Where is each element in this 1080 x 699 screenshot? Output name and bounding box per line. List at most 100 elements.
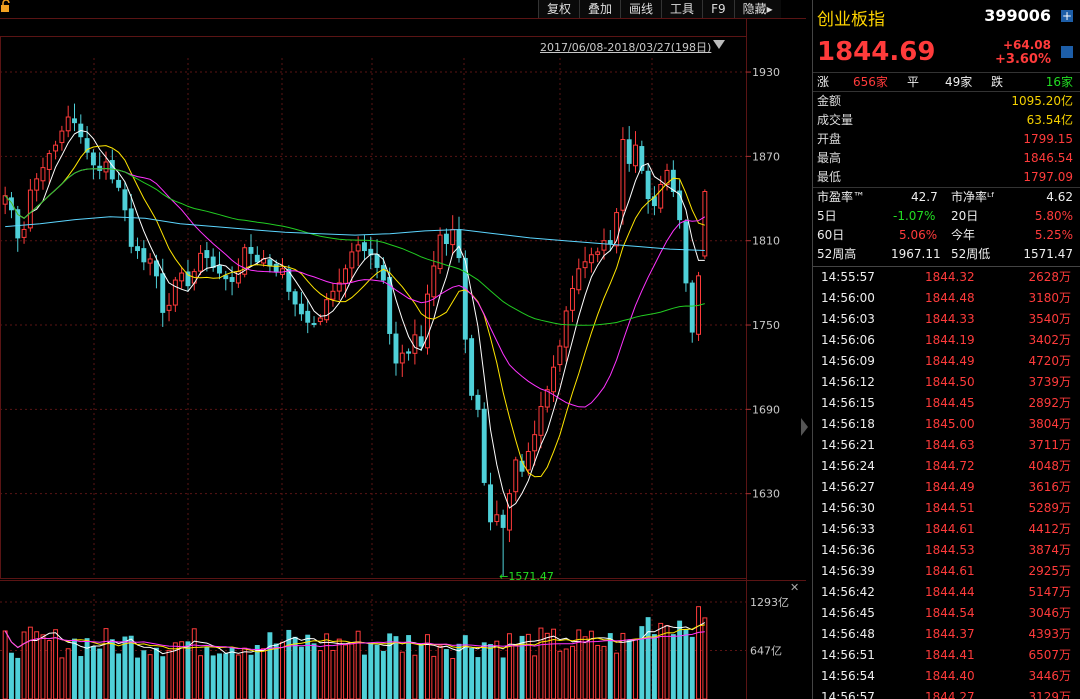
candle-body <box>481 408 487 483</box>
volume-bar <box>513 644 519 699</box>
tick-list[interactable]: 14:55:57 1844.32 2628万 14:56:00 1844.48 3180万… <box>813 266 1080 699</box>
tick-time: 14:56:48 <box>821 627 875 641</box>
volume-bar <box>626 639 632 699</box>
tb-fuquan-button[interactable]: 复权 <box>538 0 580 18</box>
candle-body <box>160 273 166 313</box>
volume-bar <box>557 650 563 699</box>
volume-bar <box>280 641 285 699</box>
tick-row: 14:56:18 1845.00 3804万 <box>813 414 1080 435</box>
tick-volume: 2925万 <box>1028 564 1071 578</box>
volume-bar <box>475 657 481 699</box>
alert-bell-icon[interactable] <box>1061 46 1073 58</box>
candle-body <box>450 228 456 246</box>
volume-bar <box>217 653 222 699</box>
return-value: -1.07% <box>893 209 936 223</box>
volume-bar <box>614 652 620 699</box>
stat-value: 1095.20亿 <box>1011 94 1073 108</box>
volume-bar <box>563 648 569 699</box>
tick-time: 14:56:33 <box>821 522 875 536</box>
breadth-flat-label: 平 <box>907 75 920 89</box>
dropdown-icon[interactable] <box>713 40 725 49</box>
volume-bar <box>90 646 96 699</box>
tick-row: 14:56:00 1844.48 3180万 <box>813 288 1080 309</box>
candle-body <box>633 144 638 167</box>
lock-icon[interactable] <box>0 0 12 12</box>
volume-bar <box>40 634 46 699</box>
tick-price: 1844.63 <box>925 438 975 452</box>
candle-body <box>362 242 367 252</box>
quote-header: 创业板指 399006 + <box>813 0 1080 36</box>
week52-low-label: 52周低 <box>951 247 991 261</box>
volume-bar <box>305 634 311 699</box>
candle-body <box>59 130 65 144</box>
tick-time: 14:56:03 <box>821 312 875 326</box>
volume-bar <box>160 656 166 699</box>
tb-f9-button[interactable]: F9 <box>702 0 734 18</box>
stat-row: 金额 1095.20亿 <box>813 92 1080 111</box>
price-axis-label: 1690 <box>752 403 780 416</box>
volume-bar <box>380 650 386 699</box>
tick-volume: 3402万 <box>1028 333 1071 347</box>
tb-overlay-button[interactable]: 叠加 <box>579 0 621 18</box>
tick-price: 1844.32 <box>925 270 975 284</box>
candle-body <box>166 304 172 311</box>
tick-row: 14:56:36 1844.53 3874万 <box>813 540 1080 561</box>
collapse-arrow-icon[interactable] <box>801 418 808 436</box>
volume-bar <box>443 649 449 699</box>
close-volume-icon[interactable]: ✕ <box>790 581 799 594</box>
add-icon[interactable]: + <box>1061 10 1073 22</box>
volume-bar <box>179 641 185 699</box>
tick-volume: 4720万 <box>1028 354 1071 368</box>
date-range-link[interactable]: 2017/06/08-2018/03/27(198日) <box>540 39 711 55</box>
tb-draw-button[interactable]: 画线 <box>620 0 662 18</box>
candle-body <box>469 338 475 396</box>
volume-bar <box>368 642 374 699</box>
tick-price: 1844.41 <box>925 648 975 662</box>
stat-label: 最低 <box>817 170 842 184</box>
tick-row: 14:56:03 1844.33 3540万 <box>813 309 1080 330</box>
volume-bar <box>406 635 412 699</box>
price-change-pct: +3.60% <box>995 52 1051 67</box>
tick-price: 1844.51 <box>925 501 975 515</box>
kline-chart[interactable]: 1930 1870 1810 1750 1690 1630 1293亿 647亿 ←1571.4… <box>0 0 808 699</box>
tick-price: 1844.19 <box>925 333 975 347</box>
tick-price: 1844.44 <box>925 585 975 599</box>
candle-body <box>349 251 355 269</box>
volume-bar <box>601 645 607 699</box>
volume-bar <box>198 655 204 699</box>
tick-time: 14:56:00 <box>821 291 875 305</box>
volume-bar <box>292 636 298 699</box>
ma-line-ma10 <box>4 145 705 478</box>
volume-bar <box>431 655 437 699</box>
tick-price: 1844.50 <box>925 375 975 389</box>
candle-body <box>399 352 405 364</box>
tb-hide-button[interactable]: 隐藏▸ <box>733 0 781 18</box>
week52-high-value: 1967.11 <box>891 247 941 261</box>
volume-bar <box>607 633 613 699</box>
stat-label: 成交量 <box>817 113 854 127</box>
volume-bar <box>254 645 260 699</box>
volume-bar <box>34 631 40 699</box>
index-name: 创业板指 <box>817 10 885 30</box>
candle-body <box>374 254 380 268</box>
candle-body <box>380 265 386 281</box>
candle-body <box>532 434 538 452</box>
volume-bar <box>570 645 575 699</box>
tick-volume: 4412万 <box>1028 522 1071 536</box>
tick-row: 14:56:45 1844.54 3046万 <box>813 603 1080 624</box>
candle-body <box>198 252 204 272</box>
candle-body <box>204 250 210 259</box>
volume-bar <box>469 647 475 699</box>
tick-row: 14:56:09 1844.49 4720万 <box>813 351 1080 372</box>
volume-bar <box>185 641 191 699</box>
stat-value: 1846.54 <box>1023 151 1073 165</box>
volume-bar <box>78 656 84 699</box>
volume-bar <box>538 627 544 699</box>
stat-label: 金额 <box>817 94 842 108</box>
candle-body <box>557 345 563 366</box>
tb-tools-button[interactable]: 工具 <box>661 0 703 18</box>
candle-body <box>570 287 575 311</box>
candle-body <box>217 265 222 274</box>
candle-body <box>607 240 613 245</box>
volume-bar <box>399 651 405 699</box>
